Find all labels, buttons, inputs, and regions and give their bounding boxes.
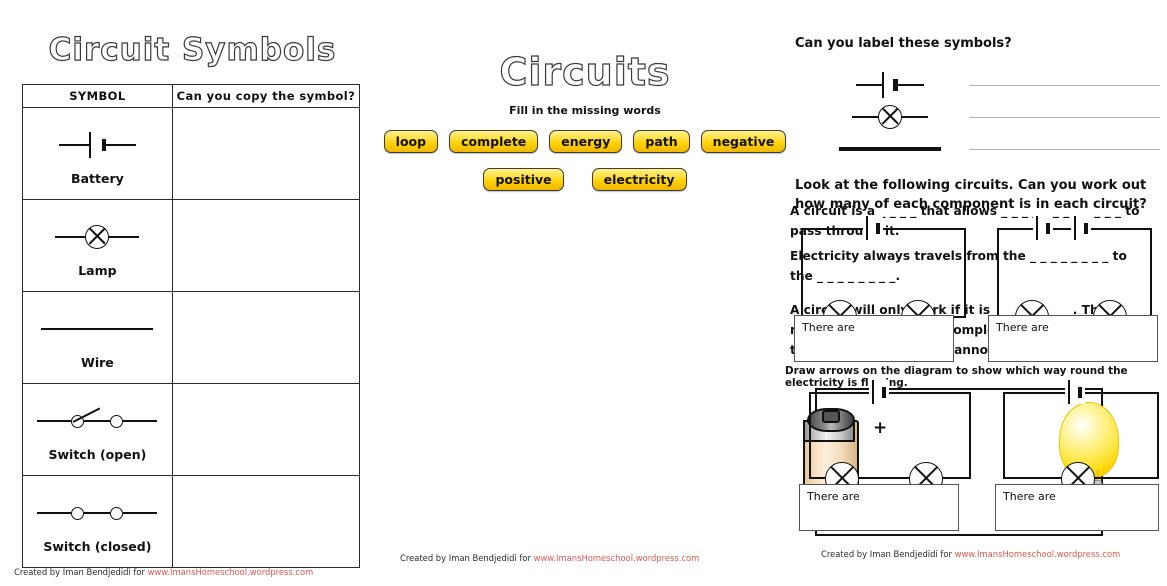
wire-icon bbox=[815, 147, 965, 151]
word-pill-electricity[interactable]: electricity bbox=[591, 168, 687, 191]
circuit-1-diagram bbox=[801, 216, 966, 334]
symbol-label: Switch (closed) bbox=[43, 539, 152, 554]
label-and-count-panel: Can you label these symbols? Look at the… bbox=[785, 0, 1167, 586]
symbol-label: Switch (open) bbox=[48, 447, 147, 462]
symbol-label: Wire bbox=[81, 355, 114, 370]
copy-cell[interactable] bbox=[171, 475, 361, 568]
page-title-circuits: Circuits bbox=[499, 49, 671, 94]
word-pill-energy[interactable]: energy bbox=[549, 130, 623, 153]
symbol-cell-wire: Wire bbox=[22, 291, 173, 384]
answer-prompt: There are bbox=[1003, 490, 1056, 503]
credit-link[interactable]: www.ImansHomeschool.wordpress.com bbox=[534, 553, 700, 563]
word-pill-positive[interactable]: positive bbox=[483, 168, 564, 191]
credit-middle: Created by Iman Bendjedidi for www.Imans… bbox=[400, 553, 699, 563]
answer-box-circuit-2[interactable]: There are bbox=[988, 315, 1158, 362]
circuit-4-diagram bbox=[1003, 380, 1159, 496]
answer-line-2[interactable] bbox=[969, 116, 1160, 118]
symbol-cell-switch-closed: Switch (closed) bbox=[22, 475, 173, 568]
heading-count-components: Look at the following circuits. Can you … bbox=[795, 178, 1147, 212]
answer-line-1[interactable] bbox=[969, 84, 1160, 86]
copy-cell[interactable] bbox=[171, 383, 361, 476]
table-header-row: SYMBOL Can you copy the symbol? bbox=[22, 84, 361, 108]
answer-box-circuit-4[interactable]: There are bbox=[995, 484, 1159, 531]
table-row: Switch (closed) bbox=[22, 475, 361, 568]
answer-box-circuit-3[interactable]: There are bbox=[799, 484, 959, 531]
word-pill-path[interactable]: path bbox=[633, 130, 690, 153]
label-row-wire bbox=[815, 134, 1160, 164]
credit-right: Created by Iman Bendjedidi for www.Imans… bbox=[821, 549, 1120, 559]
credit-text: Created by Iman Bendjedidi for bbox=[821, 549, 955, 559]
battery-icon bbox=[58, 121, 137, 169]
answer-prompt: There are bbox=[802, 321, 855, 334]
credit-link[interactable]: www.ImansHomeschool.wordpress.com bbox=[148, 567, 314, 577]
page-title-circuit-symbols: Circuit Symbols bbox=[48, 31, 337, 68]
circuit-3-diagram bbox=[809, 380, 971, 496]
copy-cell[interactable] bbox=[171, 291, 361, 384]
symbol-cell-battery: Battery bbox=[22, 107, 173, 200]
circuit-2-diagram bbox=[997, 216, 1152, 334]
table-row: Battery bbox=[22, 107, 361, 200]
symbol-cell-switch-open: Switch (open) bbox=[22, 383, 173, 476]
symbol-label: Lamp bbox=[78, 263, 117, 278]
word-pill-loop[interactable]: loop bbox=[383, 130, 439, 153]
heading-label-symbols: Can you label these symbols? bbox=[795, 36, 1012, 51]
switch-open-icon bbox=[37, 397, 158, 445]
word-bank-row-1: loop complete energy path negative bbox=[383, 130, 787, 153]
answer-box-circuit-1[interactable]: There are bbox=[794, 315, 954, 362]
column-header-symbol: SYMBOL bbox=[22, 84, 173, 108]
credit-link[interactable]: www.ImansHomeschool.wordpress.com bbox=[955, 549, 1121, 559]
label-row-battery bbox=[815, 70, 1160, 100]
label-row-lamp bbox=[815, 102, 1160, 132]
table-row: Switch (open) bbox=[22, 383, 361, 476]
table-row: Lamp bbox=[22, 199, 361, 292]
symbol-label: Battery bbox=[71, 171, 124, 186]
word-bank-row-2: positive electricity bbox=[385, 168, 785, 191]
credit-text: Created by Iman Bendjedidi for bbox=[14, 567, 148, 577]
circuit-symbols-panel: Circuit Symbols SYMBOL Can you copy the … bbox=[0, 0, 385, 586]
word-pill-complete[interactable]: complete bbox=[449, 130, 539, 153]
answer-prompt: There are bbox=[807, 490, 860, 503]
copy-cell[interactable] bbox=[171, 199, 361, 292]
lamp-icon bbox=[815, 105, 965, 129]
circuits-worksheet-panel: Circuits Fill in the missing words loop … bbox=[383, 0, 1139, 586]
table-row: Wire bbox=[22, 291, 361, 384]
answer-line-3[interactable] bbox=[969, 148, 1160, 150]
credit-text: Created by Iman Bendjedidi for bbox=[400, 553, 534, 563]
wire-icon bbox=[41, 305, 154, 353]
copy-cell[interactable] bbox=[171, 107, 361, 200]
fill-in-instruction: Fill in the missing words bbox=[509, 104, 661, 117]
credit-left: Created by Iman Bendjedidi for www.Imans… bbox=[14, 567, 313, 577]
switch-closed-icon bbox=[37, 489, 158, 537]
symbol-cell-lamp: Lamp bbox=[22, 199, 173, 292]
answer-prompt: There are bbox=[996, 321, 1049, 334]
symbol-table: SYMBOL Can you copy the symbol? Battery bbox=[22, 84, 361, 568]
column-header-copy: Can you copy the symbol? bbox=[171, 84, 361, 108]
battery-icon bbox=[815, 72, 965, 98]
lamp-icon bbox=[55, 213, 140, 261]
word-pill-negative[interactable]: negative bbox=[700, 130, 787, 153]
